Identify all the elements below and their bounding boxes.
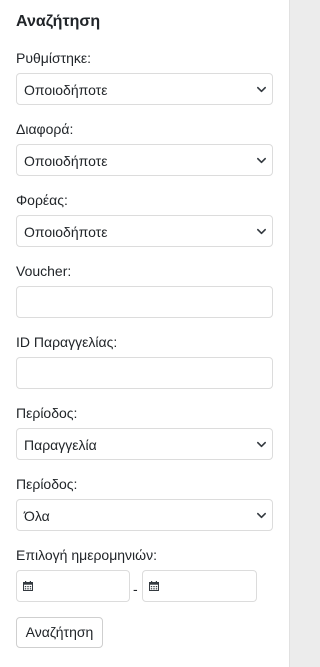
chevron-down-icon [257, 441, 266, 448]
difference-select-value: Οποιοδήποτε [24, 153, 108, 169]
chevron-down-icon [257, 512, 266, 519]
period-type-label: Περίοδος: [16, 405, 78, 421]
date-to-input[interactable] [142, 570, 257, 602]
calendar-icon[interactable] [23, 581, 33, 591]
date-from-input[interactable] [16, 570, 130, 602]
chevron-down-icon [257, 157, 266, 164]
difference-label: Διαφορά: [16, 121, 74, 137]
period-range-select-value: Όλα [24, 508, 50, 524]
order-id-label: ID Παραγγελίας: [16, 334, 118, 350]
period-range-label: Περίοδος: [16, 476, 78, 492]
voucher-input[interactable] [16, 286, 273, 318]
period-range-select[interactable]: Όλα [16, 499, 273, 531]
carrier-label: Φορέας: [16, 192, 68, 208]
voucher-label: Voucher: [16, 263, 72, 279]
chevron-down-icon [257, 86, 266, 93]
period-type-select-value: Παραγγελία [24, 437, 97, 453]
date-range-separator: - [133, 581, 138, 597]
adjusted-label: Ρυθμίστηκε: [16, 50, 92, 66]
period-type-select[interactable]: Παραγγελία [16, 428, 273, 460]
order-id-input[interactable] [16, 357, 273, 389]
date-range-label: Επιλογή ημερομηνιών: [16, 547, 157, 563]
adjusted-select[interactable]: Οποιοδήποτε [16, 73, 273, 105]
carrier-select-value: Οποιοδήποτε [24, 224, 108, 240]
search-title: Αναζήτηση [16, 13, 101, 30]
difference-select[interactable]: Οποιοδήποτε [16, 144, 273, 176]
carrier-select[interactable]: Οποιοδήποτε [16, 215, 273, 247]
chevron-down-icon [257, 228, 266, 235]
adjusted-select-value: Οποιοδήποτε [24, 82, 108, 98]
search-submit-button[interactable]: Αναζήτηση [16, 617, 103, 648]
search-panel: Αναζήτηση Ρυθμίστηκε: Οποιοδήποτε Διαφορ… [0, 0, 290, 667]
calendar-icon[interactable] [149, 581, 159, 591]
